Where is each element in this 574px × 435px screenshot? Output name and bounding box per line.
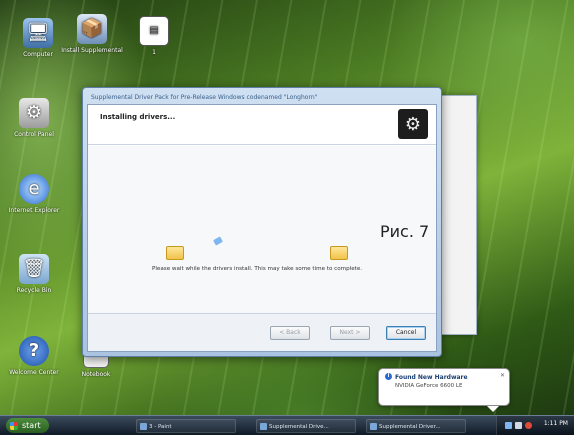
- dialog-heading: Installing drivers...: [100, 113, 176, 121]
- desktop-icon-label: 1: [152, 49, 156, 56]
- back-button[interactable]: < Back: [270, 326, 310, 340]
- next-button[interactable]: Next >: [330, 326, 370, 340]
- desktop-icon-document[interactable]: ▤ 1: [122, 16, 186, 57]
- volume-icon[interactable]: [515, 422, 522, 429]
- network-icon[interactable]: [505, 422, 512, 429]
- balloon-title: Found New Hardware: [385, 373, 503, 381]
- desktop-icon-label: Install Supplemental: [61, 47, 123, 54]
- desktop-icon-label: Notebook: [81, 371, 111, 378]
- taskbar-item-paint[interactable]: 3 - Paint: [136, 419, 236, 433]
- system-tray: 1:11 PM: [496, 416, 574, 435]
- desktop-icon-label: Internet Explorer: [8, 207, 60, 214]
- found-new-hardware-balloon[interactable]: Found New Hardware NVIDIA GeForce 6600 L…: [378, 368, 510, 412]
- internet-explorer-icon: e: [19, 174, 49, 204]
- dialog-header: Installing drivers... ⚙: [88, 105, 436, 145]
- desktop-icon-control-panel[interactable]: ⚙ Control Panel: [2, 98, 66, 139]
- document-icon: ▤: [139, 16, 169, 46]
- control-panel-icon: ⚙: [19, 98, 49, 128]
- cancel-button[interactable]: Cancel: [386, 326, 426, 340]
- taskbar-item-supplemental-2[interactable]: Supplemental Driver...: [366, 419, 466, 433]
- balloon-text: NVIDIA GeForce 6600 LE: [395, 383, 463, 389]
- desktop-icon-label: Welcome Center: [9, 369, 59, 376]
- taskbar: start 3 - Paint Supplemental Drive... Su…: [0, 415, 574, 435]
- desktop-icon-recycle-bin[interactable]: 🗑 Recycle Bin: [2, 254, 66, 295]
- close-icon[interactable]: ✕: [500, 372, 505, 379]
- warning-icon[interactable]: [525, 422, 532, 429]
- desktop-icon-welcome-center[interactable]: ? Welcome Center: [2, 336, 66, 377]
- clock[interactable]: 1:11 PM: [544, 420, 568, 427]
- hardware-icon: ⚙: [398, 109, 428, 139]
- desktop-icon-label: Control Panel: [14, 131, 54, 138]
- desktop-icon-install-supplemental[interactable]: 📦 Install Supplemental: [60, 14, 124, 55]
- progress-message: Please wait while the drivers install. T…: [152, 266, 363, 272]
- source-folder-icon: [166, 246, 184, 260]
- taskbar-item-supplemental-1[interactable]: Supplemental Drive...: [256, 419, 356, 433]
- recycle-bin-icon: 🗑: [19, 254, 49, 284]
- installer-icon: 📦: [77, 14, 107, 44]
- dialog-footer: < Back Next > Cancel: [88, 313, 436, 351]
- desktop-icon-label: Recycle Bin: [16, 287, 52, 294]
- destination-folder-icon: [330, 246, 348, 260]
- help-icon: ?: [19, 336, 49, 366]
- flying-document-icon: [213, 236, 223, 246]
- desktop-icon-internet-explorer[interactable]: e Internet Explorer: [2, 174, 66, 215]
- dialog-title[interactable]: Supplemental Driver Pack for Pre-Release…: [87, 92, 437, 104]
- figure-caption: Рис. 7: [380, 222, 430, 241]
- start-button[interactable]: start: [6, 418, 49, 433]
- computer-icon: 🖥: [23, 18, 53, 48]
